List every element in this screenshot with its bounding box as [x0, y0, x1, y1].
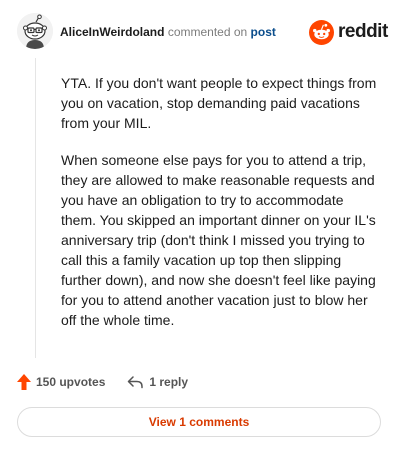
commented-on-text: commented on	[167, 25, 248, 39]
reply-button[interactable]: 1 reply	[127, 375, 188, 389]
reddit-logo-icon	[309, 19, 334, 45]
thread-line	[35, 58, 36, 358]
comment-header: AliceInWeirdoland commented on post redd…	[0, 0, 400, 64]
username[interactable]: AliceInWeirdoland	[60, 25, 164, 39]
post-link[interactable]: post	[251, 25, 276, 39]
upvote-count: 150 upvotes	[36, 375, 106, 389]
upvote-button[interactable]: 150 upvotes	[17, 374, 105, 390]
comment-actions: 150 upvotes 1 reply	[17, 371, 188, 393]
comment-body: YTA. If you don't want people to expect …	[61, 73, 381, 347]
reply-count: 1 reply	[149, 375, 189, 389]
view-comments-button[interactable]: View 1 comments	[17, 407, 381, 437]
comment-paragraph: YTA. If you don't want people to expect …	[61, 75, 377, 131]
snoo-avatar-icon	[17, 13, 53, 49]
reddit-wordmark: reddit	[338, 21, 388, 42]
comment-meta: AliceInWeirdoland commented on post	[60, 25, 276, 39]
reply-arrow-icon	[128, 376, 144, 389]
comment-card: AliceInWeirdoland commented on post redd…	[0, 0, 400, 456]
upvote-arrow-icon	[17, 374, 31, 390]
reddit-logo[interactable]: reddit	[309, 19, 388, 45]
comment-paragraph: When someone else pays for you to attend…	[61, 152, 376, 328]
user-avatar[interactable]	[17, 13, 53, 49]
